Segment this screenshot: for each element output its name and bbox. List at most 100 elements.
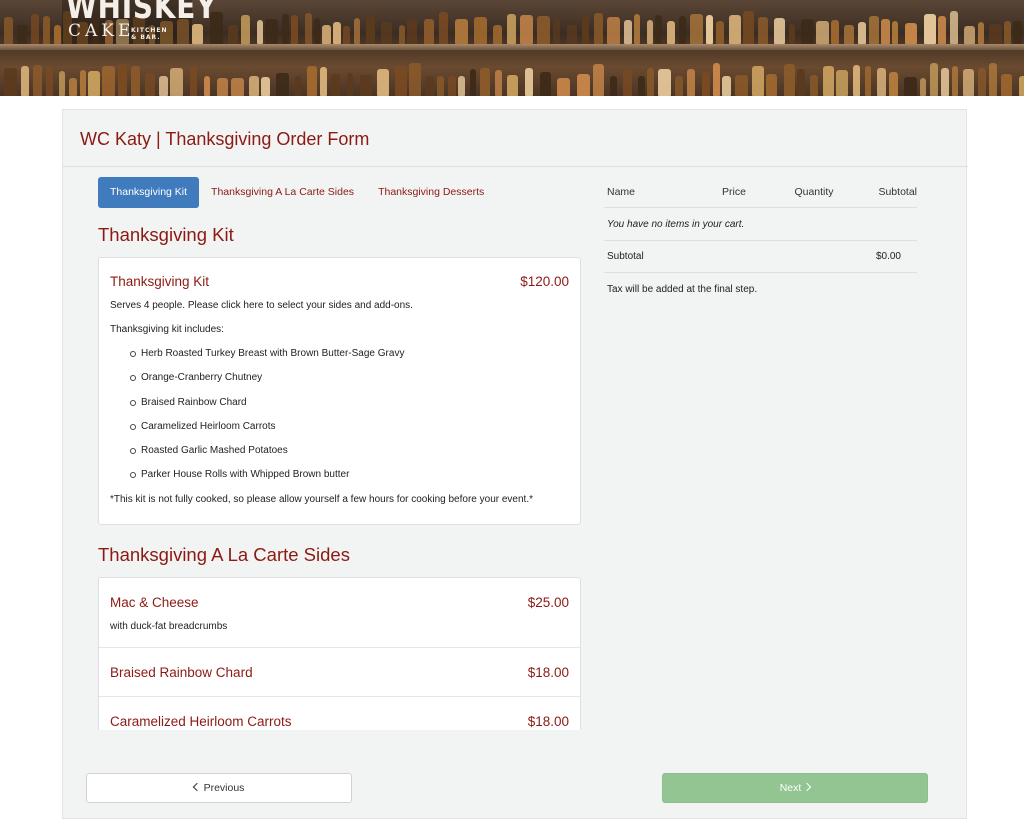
kit-note: *This kit is not fully cooked, so please… [110,493,533,505]
bottle-graphic [474,17,487,44]
bottle-graphic [823,66,834,96]
bottle-graphic [1001,74,1012,96]
previous-button[interactable]: Previous [86,773,352,803]
logo-tagline-line1: KITCHEN [131,27,168,34]
tab-thanksgiving-kit[interactable]: Thanksgiving Kit [98,177,200,208]
bottle-graphic [69,78,77,96]
bottle-graphic [647,20,653,44]
kit-item[interactable]: Thanksgiving Kit $120.00 Serves 4 people… [99,258,580,524]
bottle-graphic [249,76,259,96]
bottle-graphic [729,15,741,44]
bottle-graphic [276,73,289,96]
bottle-graphic [366,14,375,44]
bottle-graphic [282,14,289,44]
bottle-graphic [905,23,917,44]
header-banner: WHISKEY CAKE KITCHEN & BAR. [0,0,1024,96]
bottle-graphic [458,76,465,96]
bottle-graphic [409,63,421,96]
includes-list: Herb Roasted Turkey Breast with Brown Bu… [130,347,569,493]
item-name[interactable]: Braised Rainbow Chard [110,664,253,682]
bottle-graphic [647,68,654,96]
side-item-heirloom-carrots[interactable]: Caramelized Heirloom Carrots $18.00 [99,697,580,730]
bottle-graphic [291,15,298,44]
bottle-graphic [810,75,818,96]
includes-label: Thanksgiving kit includes: [110,324,224,335]
bottle-graphic [17,25,27,44]
bottle-graphic [1004,21,1011,44]
bottle-graphic [228,25,238,44]
cart-header-price: Price [722,186,746,198]
bottle-graphic [159,76,168,96]
bottle-graphic [407,19,417,44]
bottle-graphic [425,76,434,96]
bottle-graphic [577,74,590,96]
item-name[interactable]: Thanksgiving Kit [110,273,209,291]
cart-header-name: Name [607,186,636,198]
bottle-graphic [687,69,695,96]
bottle-graphic [190,67,197,96]
bottle-graphic [752,66,764,96]
bottle-graphic [537,16,550,44]
bottle-graphic [920,78,926,96]
bottle-graphic [495,70,502,96]
bottle-graphic [865,66,871,96]
bottle-graphic [322,25,331,44]
bottle-graphic [314,18,320,44]
cart-subtotal-label: Subtotal [607,251,644,262]
bottle-graphic [853,65,860,96]
bottle-graphic [347,73,353,96]
next-button-label: Next [779,782,802,794]
bottle-graphic [360,75,372,96]
title-divider [63,166,968,167]
chevron-right-icon [803,782,812,792]
bottle-graphic [667,21,675,44]
bottle-graphic [33,65,42,96]
bottle-graphic [941,68,949,96]
bottle-graphic [424,19,434,44]
list-item: Roasted Garlic Mashed Potatoes [130,444,569,468]
bottle-graphic [553,18,560,44]
side-item-rainbow-chard[interactable]: Braised Rainbow Chard $18.00 [99,648,580,697]
bottle-graphic [963,69,974,96]
bottle-graphic [952,66,958,96]
bottle-graphic [399,25,405,44]
bottle-graphic [231,78,244,96]
bottle-graphic [869,16,879,44]
bottle-graphic [507,14,516,44]
previous-button-label: Previous [203,782,245,794]
tab-a-la-carte-sides[interactable]: Thanksgiving A La Carte Sides [199,177,366,208]
bottle-graphic [930,63,938,96]
bottle-graphic [46,66,53,96]
shelf-board [0,44,1024,50]
bottle-graphic [192,24,203,44]
bottle-graphic [343,26,350,44]
category-tabs: Thanksgiving Kit Thanksgiving A La Carte… [98,177,496,208]
bottle-graphic [713,63,720,96]
bottle-graphic [789,24,795,44]
bottle-graphic [610,76,617,96]
bottle-graphic [131,66,140,96]
side-item-mac-cheese[interactable]: Mac & Cheese $25.00 with duck-fat breadc… [99,578,580,648]
bottle-graphic [295,76,301,96]
menu-scroll-area[interactable]: Thanksgiving Kit Thanksgiving Kit $120.0… [98,222,581,730]
item-price: $120.00 [520,274,569,289]
item-name[interactable]: Caramelized Heirloom Carrots [110,713,292,730]
order-form-card: WC Katy | Thanksgiving Order Form Thanks… [62,109,968,819]
bottle-graphic [331,74,340,96]
bottle-graphic [593,64,604,96]
bottle-graphic [437,76,444,96]
bottle-graphic [265,19,278,44]
bottle-graphic [877,68,886,96]
bottle-graphic [655,15,662,44]
bottle-graphic [881,19,890,44]
cart-subtotal-row: Subtotal $0.00 [604,241,917,273]
tab-desserts[interactable]: Thanksgiving Desserts [366,177,496,208]
bottle-graphic [102,66,115,96]
next-button[interactable]: Next [662,773,928,803]
bottle-graphic [623,70,632,96]
cart-table: Name Price Quantity Subtotal You have no… [604,177,917,295]
item-name[interactable]: Mac & Cheese [110,594,199,612]
item-price: $18.00 [527,664,569,680]
bottle-graphic [540,72,551,96]
bottle-graphic [21,66,29,96]
